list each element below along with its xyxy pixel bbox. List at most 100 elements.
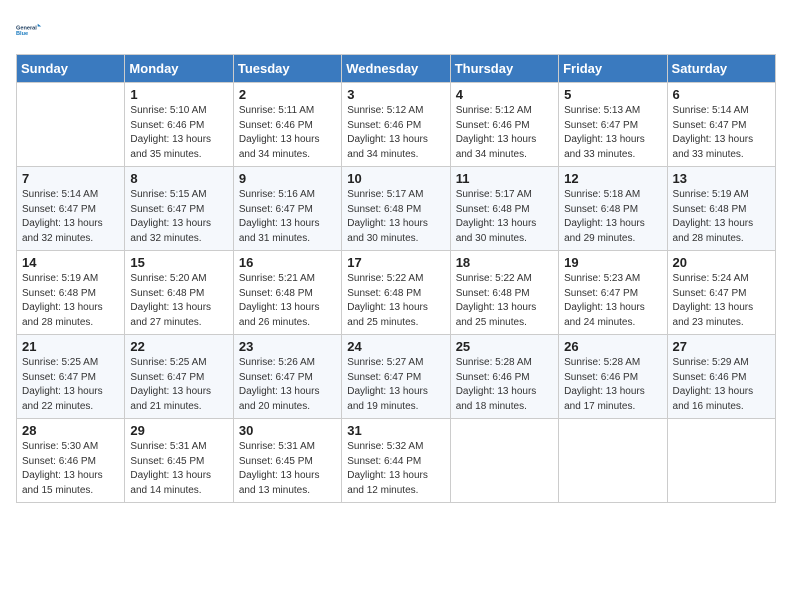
day-info: Sunrise: 5:24 AM Sunset: 6:47 PM Dayligh… [673,272,770,330]
day-cell: 12 Sunrise: 5:18 AM Sunset: 6:48 PM Dayli… [559,167,667,251]
day-cell: 11 Sunrise: 5:17 AM Sunset: 6:48 PM Dayli… [450,167,558,251]
day-number: 2 [239,87,336,102]
day-number: 28 [22,423,119,438]
day-info: Sunrise: 5:32 AM Sunset: 6:44 PM Dayligh… [347,440,444,498]
day-cell: 30Sunrise: 5:31 AM Sunset: 6:45 PM Dayli… [233,419,341,503]
day-cell: 17 Sunrise: 5:22 AM Sunset: 6:48 PM Dayli… [342,251,450,335]
day-cell: 28Sunrise: 5:30 AM Sunset: 6:46 PM Dayli… [17,419,125,503]
week-row: 7 Sunrise: 5:14 AM Sunset: 6:47 PM Daylig… [17,167,776,251]
logo-icon: GeneralBlue [16,16,44,44]
day-number: 19 [564,255,661,270]
day-number: 21 [22,339,119,354]
day-info: Sunrise: 5:10 AM Sunset: 6:46 PM Dayligh… [130,104,227,162]
day-number: 24 [347,339,444,354]
day-number: 13 [673,171,770,186]
day-cell: 7 Sunrise: 5:14 AM Sunset: 6:47 PM Daylig… [17,167,125,251]
day-number: 16 [239,255,336,270]
header-cell-wednesday: Wednesday [342,55,450,83]
day-cell: 29 Sunrise: 5:31 AM Sunset: 6:45 PM Dayli… [125,419,233,503]
week-row: 14 Sunrise: 5:19 AM Sunset: 6:48 PM Dayli… [17,251,776,335]
day-number: 7 [22,171,119,186]
day-cell [667,419,775,503]
day-cell: 20 Sunrise: 5:24 AM Sunset: 6:47 PM Dayli… [667,251,775,335]
day-info: Sunrise: 5:25 AM Sunset: 6:47 PM Dayligh… [22,356,119,414]
day-info: Sunrise: 5:17 AM Sunset: 6:48 PM Dayligh… [456,188,553,246]
day-cell [450,419,558,503]
day-number: 27 [673,339,770,354]
svg-text:Blue: Blue [16,31,28,37]
day-cell: 5Sunrise: 5:13 AM Sunset: 6:47 PM Daylig… [559,83,667,167]
day-cell: 9 Sunrise: 5:16 AM Sunset: 6:47 PM Daylig… [233,167,341,251]
header-cell-tuesday: Tuesday [233,55,341,83]
day-number: 10 [347,171,444,186]
day-info: Sunrise: 5:11 AM Sunset: 6:46 PM Dayligh… [239,104,336,162]
day-number: 26 [564,339,661,354]
day-info: Sunrise: 5:23 AM Sunset: 6:47 PM Dayligh… [564,272,661,330]
day-info: Sunrise: 5:26 AM Sunset: 6:47 PM Dayligh… [239,356,336,414]
day-number: 31 [347,423,444,438]
day-cell: 21 Sunrise: 5:25 AM Sunset: 6:47 PM Dayli… [17,335,125,419]
day-cell: 15 Sunrise: 5:20 AM Sunset: 6:48 PM Dayli… [125,251,233,335]
day-cell: 23 Sunrise: 5:26 AM Sunset: 6:47 PM Dayli… [233,335,341,419]
day-info: Sunrise: 5:27 AM Sunset: 6:47 PM Dayligh… [347,356,444,414]
day-cell: 19 Sunrise: 5:23 AM Sunset: 6:47 PM Dayli… [559,251,667,335]
page-header: GeneralBlue [16,16,776,44]
day-number: 12 [564,171,661,186]
day-info: Sunrise: 5:20 AM Sunset: 6:48 PM Dayligh… [130,272,227,330]
day-info: Sunrise: 5:31 AM Sunset: 6:45 PM Dayligh… [239,440,336,498]
day-cell: 6Sunrise: 5:14 AM Sunset: 6:47 PM Daylig… [667,83,775,167]
day-info: Sunrise: 5:18 AM Sunset: 6:48 PM Dayligh… [564,188,661,246]
day-number: 1 [130,87,227,102]
day-cell [17,83,125,167]
day-info: Sunrise: 5:21 AM Sunset: 6:48 PM Dayligh… [239,272,336,330]
day-cell: 3Sunrise: 5:12 AM Sunset: 6:46 PM Daylig… [342,83,450,167]
day-cell: 24 Sunrise: 5:27 AM Sunset: 6:47 PM Dayli… [342,335,450,419]
day-cell: 2 Sunrise: 5:11 AM Sunset: 6:46 PM Daylig… [233,83,341,167]
header-cell-friday: Friday [559,55,667,83]
day-number: 11 [456,171,553,186]
day-info: Sunrise: 5:28 AM Sunset: 6:46 PM Dayligh… [564,356,661,414]
header-cell-sunday: Sunday [17,55,125,83]
day-info: Sunrise: 5:25 AM Sunset: 6:47 PM Dayligh… [130,356,227,414]
day-number: 8 [130,171,227,186]
day-number: 18 [456,255,553,270]
day-number: 23 [239,339,336,354]
day-cell: 10 Sunrise: 5:17 AM Sunset: 6:48 PM Dayli… [342,167,450,251]
day-cell [559,419,667,503]
header-row: SundayMondayTuesdayWednesdayThursdayFrid… [17,55,776,83]
day-cell: 4 Sunrise: 5:12 AM Sunset: 6:46 PM Daylig… [450,83,558,167]
day-number: 25 [456,339,553,354]
day-cell: 22 Sunrise: 5:25 AM Sunset: 6:47 PM Dayli… [125,335,233,419]
day-cell: 31 Sunrise: 5:32 AM Sunset: 6:44 PM Dayli… [342,419,450,503]
day-info: Sunrise: 5:17 AM Sunset: 6:48 PM Dayligh… [347,188,444,246]
day-info: Sunrise: 5:19 AM Sunset: 6:48 PM Dayligh… [673,188,770,246]
day-number: 9 [239,171,336,186]
day-cell: 1 Sunrise: 5:10 AM Sunset: 6:46 PM Daylig… [125,83,233,167]
day-number: 14 [22,255,119,270]
header-cell-thursday: Thursday [450,55,558,83]
day-number: 29 [130,423,227,438]
day-info: Sunrise: 5:14 AM Sunset: 6:47 PM Dayligh… [22,188,119,246]
day-info: Sunrise: 5:12 AM Sunset: 6:46 PM Dayligh… [456,104,553,162]
day-number: 22 [130,339,227,354]
day-info: Sunrise: 5:22 AM Sunset: 6:48 PM Dayligh… [347,272,444,330]
day-number: 15 [130,255,227,270]
day-info: Sunrise: 5:28 AM Sunset: 6:46 PM Dayligh… [456,356,553,414]
day-number: 20 [673,255,770,270]
day-info: Sunrise: 5:19 AM Sunset: 6:48 PM Dayligh… [22,272,119,330]
day-info: Sunrise: 5:16 AM Sunset: 6:47 PM Dayligh… [239,188,336,246]
day-cell: 16 Sunrise: 5:21 AM Sunset: 6:48 PM Dayli… [233,251,341,335]
day-number: 4 [456,87,553,102]
week-row: 1 Sunrise: 5:10 AM Sunset: 6:46 PM Daylig… [17,83,776,167]
calendar-table: SundayMondayTuesdayWednesdayThursdayFrid… [16,54,776,503]
day-cell: 26 Sunrise: 5:28 AM Sunset: 6:46 PM Dayli… [559,335,667,419]
day-number: 17 [347,255,444,270]
day-cell: 25 Sunrise: 5:28 AM Sunset: 6:46 PM Dayli… [450,335,558,419]
day-info: Sunrise: 5:22 AM Sunset: 6:48 PM Dayligh… [456,272,553,330]
day-info: Sunrise: 5:31 AM Sunset: 6:45 PM Dayligh… [130,440,227,498]
week-row: 21 Sunrise: 5:25 AM Sunset: 6:47 PM Dayli… [17,335,776,419]
day-cell: 14 Sunrise: 5:19 AM Sunset: 6:48 PM Dayli… [17,251,125,335]
day-info: Sunrise: 5:15 AM Sunset: 6:47 PM Dayligh… [130,188,227,246]
day-info: Sunrise: 5:14 AM Sunset: 6:47 PM Dayligh… [673,104,770,162]
day-cell: 27Sunrise: 5:29 AM Sunset: 6:46 PM Dayli… [667,335,775,419]
